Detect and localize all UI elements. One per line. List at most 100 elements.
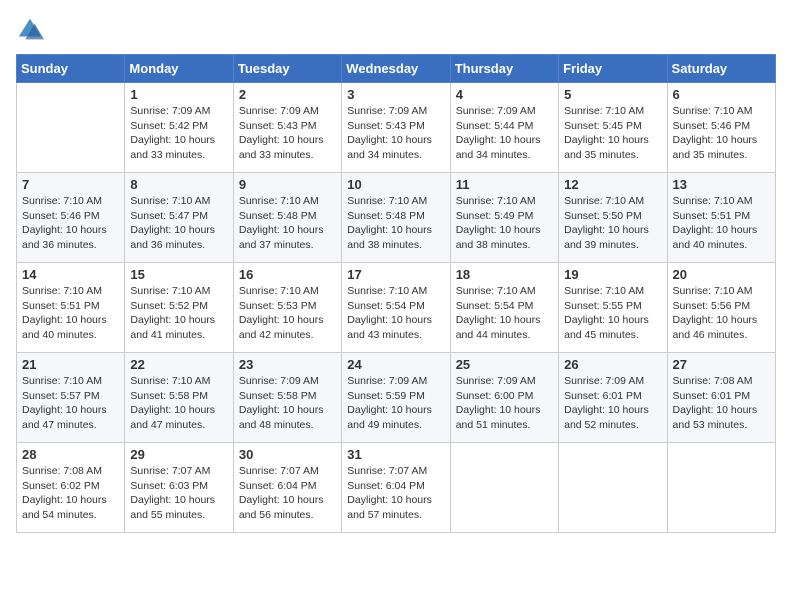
calendar-week-row: 7 Sunrise: 7:10 AM Sunset: 5:46 PM Daylig…: [17, 173, 776, 263]
calendar-week-row: 14 Sunrise: 7:10 AM Sunset: 5:51 PM Dayli…: [17, 263, 776, 353]
day-number: 27: [673, 357, 770, 372]
day-info: Sunrise: 7:10 AM Sunset: 5:51 PM Dayligh…: [673, 194, 770, 253]
day-number: 30: [239, 447, 336, 462]
day-number: 19: [564, 267, 661, 282]
day-info: Sunrise: 7:10 AM Sunset: 5:54 PM Dayligh…: [456, 284, 553, 343]
day-info: Sunrise: 7:07 AM Sunset: 6:04 PM Dayligh…: [347, 464, 444, 523]
day-number: 13: [673, 177, 770, 192]
day-info: Sunrise: 7:10 AM Sunset: 5:51 PM Dayligh…: [22, 284, 119, 343]
day-number: 17: [347, 267, 444, 282]
day-info: Sunrise: 7:09 AM Sunset: 5:43 PM Dayligh…: [347, 104, 444, 163]
day-number: 31: [347, 447, 444, 462]
calendar-day-cell: 28 Sunrise: 7:08 AM Sunset: 6:02 PM Dayli…: [17, 443, 125, 533]
day-number: 24: [347, 357, 444, 372]
day-info: Sunrise: 7:10 AM Sunset: 5:55 PM Dayligh…: [564, 284, 661, 343]
day-info: Sunrise: 7:08 AM Sunset: 6:01 PM Dayligh…: [673, 374, 770, 433]
calendar-day-cell: 29 Sunrise: 7:07 AM Sunset: 6:03 PM Dayli…: [125, 443, 233, 533]
day-info: Sunrise: 7:10 AM Sunset: 5:52 PM Dayligh…: [130, 284, 227, 343]
day-info: Sunrise: 7:10 AM Sunset: 5:47 PM Dayligh…: [130, 194, 227, 253]
day-info: Sunrise: 7:10 AM Sunset: 5:57 PM Dayligh…: [22, 374, 119, 433]
day-info: Sunrise: 7:09 AM Sunset: 5:44 PM Dayligh…: [456, 104, 553, 163]
calendar-day-cell: 8Sunrise: 7:10 AM Sunset: 5:47 PM Daylig…: [125, 173, 233, 263]
day-info: Sunrise: 7:10 AM Sunset: 5:58 PM Dayligh…: [130, 374, 227, 433]
calendar-header-row: SundayMondayTuesdayWednesdayThursdayFrid…: [17, 55, 776, 83]
calendar-day-cell: 25Sunrise: 7:09 AM Sunset: 6:00 PM Dayli…: [450, 353, 558, 443]
day-number: 2: [239, 87, 336, 102]
day-info: Sunrise: 7:09 AM Sunset: 6:00 PM Dayligh…: [456, 374, 553, 433]
calendar-day-cell: 2 Sunrise: 7:09 AM Sunset: 5:43 PM Daylig…: [233, 83, 341, 173]
day-info: Sunrise: 7:10 AM Sunset: 5:54 PM Dayligh…: [347, 284, 444, 343]
day-number: 14: [22, 267, 119, 282]
calendar-day-cell: [559, 443, 667, 533]
day-info: Sunrise: 7:09 AM Sunset: 5:43 PM Dayligh…: [239, 104, 336, 163]
day-of-week-header: Friday: [559, 55, 667, 83]
day-number: 21: [22, 357, 119, 372]
calendar-day-cell: 15Sunrise: 7:10 AM Sunset: 5:52 PM Dayli…: [125, 263, 233, 353]
day-info: Sunrise: 7:09 AM Sunset: 5:58 PM Dayligh…: [239, 374, 336, 433]
calendar-week-row: 1Sunrise: 7:09 AM Sunset: 5:42 PM Daylig…: [17, 83, 776, 173]
calendar-day-cell: 5 Sunrise: 7:10 AM Sunset: 5:45 PM Daylig…: [559, 83, 667, 173]
logo-icon: [16, 16, 44, 44]
day-number: 9: [239, 177, 336, 192]
day-number: 28: [22, 447, 119, 462]
day-number: 29: [130, 447, 227, 462]
calendar-day-cell: 22 Sunrise: 7:10 AM Sunset: 5:58 PM Dayli…: [125, 353, 233, 443]
day-number: 12: [564, 177, 661, 192]
day-of-week-header: Saturday: [667, 55, 775, 83]
day-info: Sunrise: 7:10 AM Sunset: 5:46 PM Dayligh…: [22, 194, 119, 253]
day-info: Sunrise: 7:10 AM Sunset: 5:45 PM Dayligh…: [564, 104, 661, 163]
day-info: Sunrise: 7:10 AM Sunset: 5:48 PM Dayligh…: [239, 194, 336, 253]
day-number: 22: [130, 357, 227, 372]
day-info: Sunrise: 7:07 AM Sunset: 6:04 PM Dayligh…: [239, 464, 336, 523]
calendar-day-cell: 3 Sunrise: 7:09 AM Sunset: 5:43 PM Daylig…: [342, 83, 450, 173]
day-number: 4: [456, 87, 553, 102]
day-number: 16: [239, 267, 336, 282]
calendar-day-cell: 19 Sunrise: 7:10 AM Sunset: 5:55 PM Dayli…: [559, 263, 667, 353]
day-number: 5: [564, 87, 661, 102]
calendar-day-cell: 7 Sunrise: 7:10 AM Sunset: 5:46 PM Daylig…: [17, 173, 125, 263]
calendar-day-cell: [17, 83, 125, 173]
day-number: 10: [347, 177, 444, 192]
calendar-day-cell: 18Sunrise: 7:10 AM Sunset: 5:54 PM Dayli…: [450, 263, 558, 353]
day-of-week-header: Tuesday: [233, 55, 341, 83]
calendar-day-cell: 10Sunrise: 7:10 AM Sunset: 5:48 PM Dayli…: [342, 173, 450, 263]
day-number: 6: [673, 87, 770, 102]
day-number: 23: [239, 357, 336, 372]
calendar-day-cell: 11Sunrise: 7:10 AM Sunset: 5:49 PM Dayli…: [450, 173, 558, 263]
day-of-week-header: Sunday: [17, 55, 125, 83]
day-info: Sunrise: 7:10 AM Sunset: 5:50 PM Dayligh…: [564, 194, 661, 253]
calendar-day-cell: 1Sunrise: 7:09 AM Sunset: 5:42 PM Daylig…: [125, 83, 233, 173]
day-info: Sunrise: 7:09 AM Sunset: 5:59 PM Dayligh…: [347, 374, 444, 433]
day-number: 3: [347, 87, 444, 102]
logo: [16, 16, 48, 44]
day-info: Sunrise: 7:07 AM Sunset: 6:03 PM Dayligh…: [130, 464, 227, 523]
day-info: Sunrise: 7:09 AM Sunset: 5:42 PM Dayligh…: [130, 104, 227, 163]
day-info: Sunrise: 7:10 AM Sunset: 5:49 PM Dayligh…: [456, 194, 553, 253]
calendar-day-cell: 6 Sunrise: 7:10 AM Sunset: 5:46 PM Daylig…: [667, 83, 775, 173]
page-header: [16, 16, 776, 44]
calendar-day-cell: 24 Sunrise: 7:09 AM Sunset: 5:59 PM Dayli…: [342, 353, 450, 443]
calendar-day-cell: 12 Sunrise: 7:10 AM Sunset: 5:50 PM Dayli…: [559, 173, 667, 263]
day-info: Sunrise: 7:09 AM Sunset: 6:01 PM Dayligh…: [564, 374, 661, 433]
calendar-day-cell: 23 Sunrise: 7:09 AM Sunset: 5:58 PM Dayli…: [233, 353, 341, 443]
calendar-day-cell: 20Sunrise: 7:10 AM Sunset: 5:56 PM Dayli…: [667, 263, 775, 353]
calendar-day-cell: 9 Sunrise: 7:10 AM Sunset: 5:48 PM Daylig…: [233, 173, 341, 263]
day-of-week-header: Thursday: [450, 55, 558, 83]
day-info: Sunrise: 7:08 AM Sunset: 6:02 PM Dayligh…: [22, 464, 119, 523]
calendar-day-cell: 26 Sunrise: 7:09 AM Sunset: 6:01 PM Dayli…: [559, 353, 667, 443]
day-info: Sunrise: 7:10 AM Sunset: 5:46 PM Dayligh…: [673, 104, 770, 163]
calendar-day-cell: 13 Sunrise: 7:10 AM Sunset: 5:51 PM Dayli…: [667, 173, 775, 263]
calendar-table: SundayMondayTuesdayWednesdayThursdayFrid…: [16, 54, 776, 533]
calendar-day-cell: 21 Sunrise: 7:10 AM Sunset: 5:57 PM Dayli…: [17, 353, 125, 443]
day-number: 7: [22, 177, 119, 192]
calendar-day-cell: 31 Sunrise: 7:07 AM Sunset: 6:04 PM Dayli…: [342, 443, 450, 533]
day-info: Sunrise: 7:10 AM Sunset: 5:53 PM Dayligh…: [239, 284, 336, 343]
calendar-day-cell: 27 Sunrise: 7:08 AM Sunset: 6:01 PM Dayli…: [667, 353, 775, 443]
calendar-day-cell: 30 Sunrise: 7:07 AM Sunset: 6:04 PM Dayli…: [233, 443, 341, 533]
calendar-day-cell: 17 Sunrise: 7:10 AM Sunset: 5:54 PM Dayli…: [342, 263, 450, 353]
calendar-day-cell: [450, 443, 558, 533]
calendar-day-cell: [667, 443, 775, 533]
day-of-week-header: Wednesday: [342, 55, 450, 83]
calendar-week-row: 28 Sunrise: 7:08 AM Sunset: 6:02 PM Dayli…: [17, 443, 776, 533]
day-number: 26: [564, 357, 661, 372]
